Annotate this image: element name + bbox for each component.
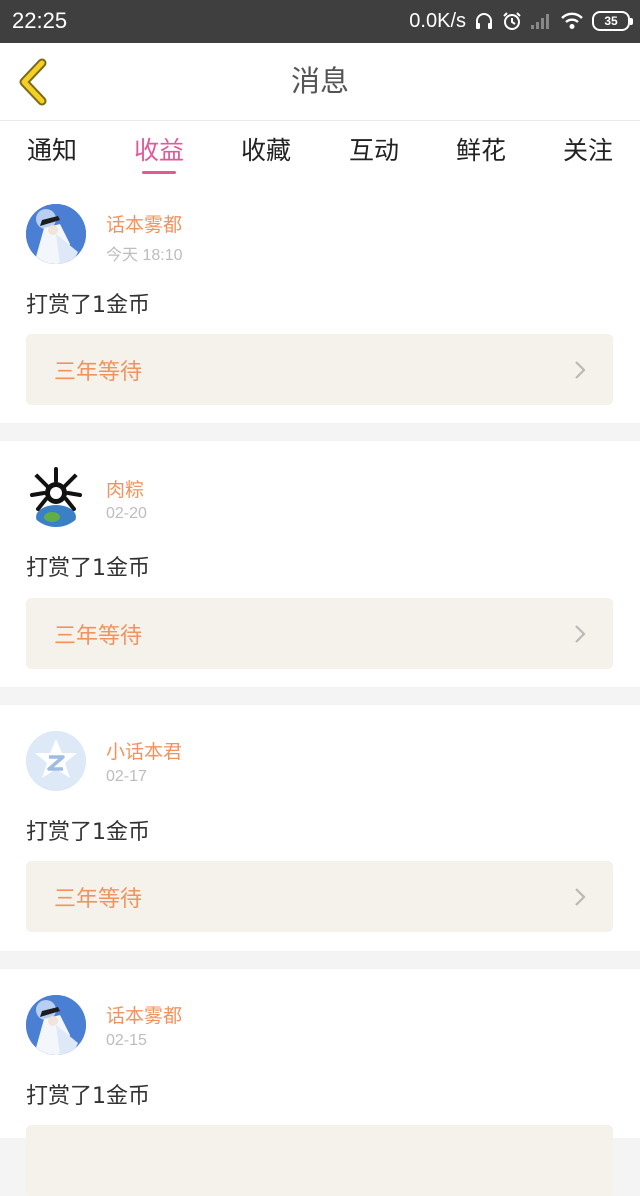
message-time: 今天 18:10 [106,247,183,264]
status-icons: 0.0K/s 35 [409,8,633,34]
message-card: 小话本君 02-17 打赏了1金币 三年等待 [0,705,640,951]
message-text: 打赏了1金币 [26,556,150,581]
app-header: 消息 [0,43,640,121]
chevron-right-icon [575,361,586,379]
tab-favorites[interactable]: 收藏 [226,131,306,167]
book-title: 三年等待 [54,360,143,385]
message-card: 话本雾都 今天 18:10 打赏了1金币 三年等待 [0,178,640,423]
back-button[interactable] [14,57,54,107]
book-link[interactable]: 三年等待 [26,598,613,669]
avatar[interactable] [26,731,86,791]
battery-icon: 35 [592,11,633,31]
message-text: 打赏了1金币 [26,820,150,845]
signal-icon [530,12,552,30]
book-title: 三年等待 [54,887,143,912]
user-name[interactable]: 肉粽 [106,475,144,502]
message-card: 肉粽 02-20 打赏了1金币 三年等待 [0,441,640,687]
tab-flowers[interactable]: 鲜花 [441,131,521,167]
tab-following[interactable]: 关注 [548,131,628,167]
tab-earnings[interactable]: 收益 [119,131,199,167]
avatar[interactable] [26,995,86,1055]
user-name[interactable]: 话本雾都 [106,210,182,237]
chevron-right-icon [575,888,586,906]
message-text: 打赏了1金币 [26,293,150,318]
wifi-icon [560,12,584,30]
active-tab-indicator [142,171,176,174]
book-title: 三年等待 [54,624,143,649]
avatar[interactable] [26,204,86,264]
user-name[interactable]: 小话本君 [106,737,182,764]
status-bar: 22:25 0.0K/s 35 [0,0,640,43]
page-title: 消息 [290,64,349,98]
headphones-icon [474,11,494,31]
book-link[interactable]: 三年等待 [26,861,613,932]
alarm-icon [502,11,522,31]
tab-bar: 通知 收益 收藏 互动 鲜花 关注 [0,121,640,178]
network-speed: 0.0K/s [409,9,466,32]
status-time: 22:25 [12,8,68,33]
user-name[interactable]: 话本雾都 [106,1001,182,1028]
tab-notifications[interactable]: 通知 [12,131,92,167]
chevron-left-icon [19,58,47,106]
book-link[interactable] [26,1125,613,1196]
message-time: 02-17 [106,768,147,785]
tab-interactions[interactable]: 互动 [334,131,414,167]
message-time: 02-20 [106,505,147,522]
chevron-right-icon [575,625,586,643]
message-card: 话本雾都 02-15 打赏了1金币 [0,969,640,1196]
book-link[interactable]: 三年等待 [26,334,613,405]
message-time: 02-15 [106,1032,147,1049]
message-text: 打赏了1金币 [26,1084,150,1109]
avatar[interactable] [26,467,86,527]
